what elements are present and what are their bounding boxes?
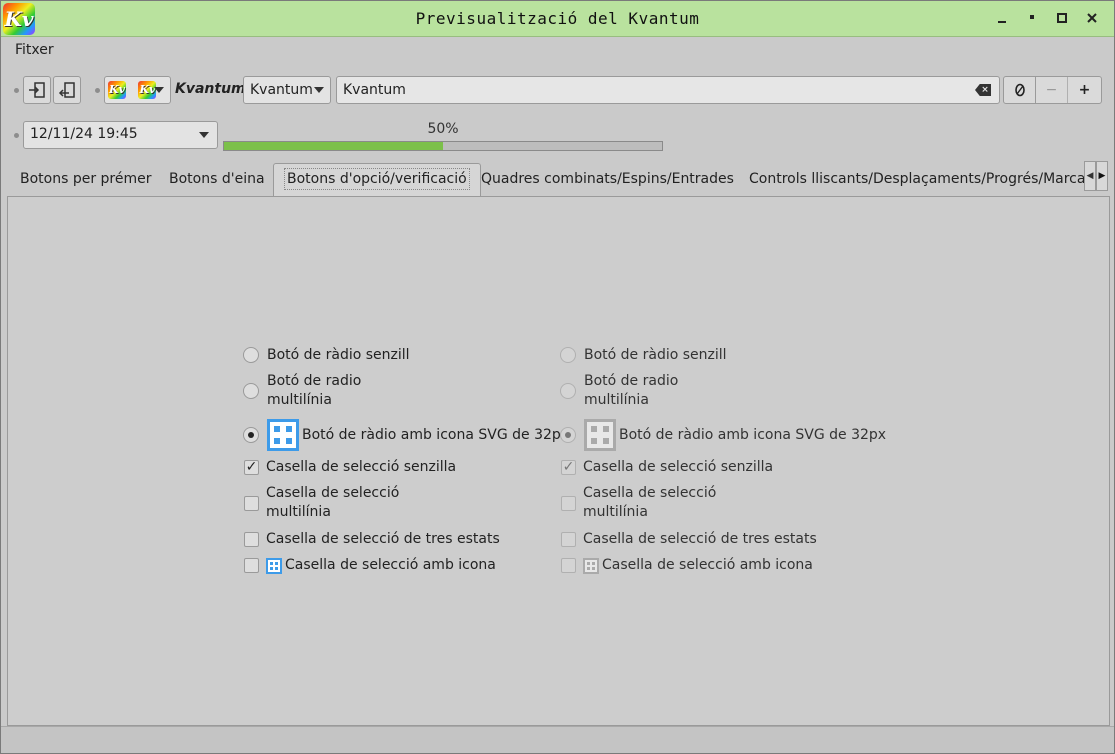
- tab-push-buttons[interactable]: Botons per prémer: [20, 165, 152, 195]
- increase-button[interactable]: +: [1068, 77, 1101, 103]
- check-with-icon-disabled: [561, 558, 576, 573]
- toolbar-grip[interactable]: [14, 133, 19, 138]
- minimize-icon[interactable]: [989, 5, 1015, 31]
- move-icon: [267, 419, 299, 451]
- check-multiline-label: Casella de selecció multilínia: [266, 485, 400, 520]
- datetime-value: 12/11/24 19:45: [30, 126, 138, 142]
- export-button[interactable]: [53, 76, 81, 104]
- reset-button[interactable]: [1004, 77, 1036, 103]
- decrease-button[interactable]: −: [1036, 77, 1068, 103]
- pin-icon[interactable]: [1019, 5, 1045, 31]
- radio-simple-disabled-label: Botó de ràdio senzill: [584, 347, 727, 363]
- menu-bar: Fitxer: [1, 38, 1114, 64]
- radio-with-icon-disabled-label: Botó de ràdio amb icona SVG de 32px: [619, 427, 887, 443]
- check-with-icon-disabled-label: Casella de selecció amb icona: [602, 557, 813, 573]
- maximize-icon[interactable]: [1049, 5, 1075, 31]
- check-multiline-disabled-label: Casella de selecció multilínia: [583, 485, 717, 520]
- title-bar[interactable]: Kv Previsualització del Kvantum: [1, 1, 1114, 37]
- import-button[interactable]: [23, 76, 51, 104]
- chevron-down-icon: [199, 132, 209, 138]
- tab-bar: Botons per prémer Botons d'eina Botons d…: [7, 159, 1110, 196]
- radio-simple-label: Botó de ràdio senzill: [267, 347, 410, 363]
- style-combo-value: Kvantum: [250, 82, 313, 98]
- window-title: Previsualització del Kvantum: [415, 9, 700, 28]
- radio-simple[interactable]: [243, 347, 259, 363]
- style-combo[interactable]: Kvantum: [243, 76, 331, 104]
- radio-multiline-disabled-label: Botó de radio multilínia: [584, 373, 679, 408]
- tab-sliders[interactable]: Controls lliscants/Desplaçaments/Progrés…: [749, 165, 1086, 195]
- progress-bar: [223, 141, 663, 151]
- toolbar-grip[interactable]: [14, 88, 19, 93]
- radio-with-icon-disabled: [560, 427, 576, 443]
- kvantum-icon: Kv: [108, 81, 126, 99]
- move-icon: [583, 558, 599, 574]
- progress-label: 50%: [427, 121, 459, 137]
- clear-text-icon[interactable]: ×: [975, 84, 991, 96]
- check-tristate[interactable]: [244, 532, 259, 547]
- main-window: Kv Previsualització del Kvantum Fitxer K…: [0, 0, 1115, 754]
- zoom-spinbox[interactable]: − +: [1003, 76, 1102, 104]
- check-simple-disabled-label: Casella de selecció senzilla: [583, 459, 774, 475]
- radio-multiline-label: Botó de radio multilínia: [267, 373, 362, 408]
- progress-fill: [224, 142, 443, 150]
- check-multiline[interactable]: [244, 496, 259, 511]
- search-input[interactable]: Kvantum ×: [336, 76, 1000, 104]
- menu-file[interactable]: Fitxer: [15, 42, 54, 58]
- tab-radio-check[interactable]: Botons d'opció/verificació: [273, 163, 481, 196]
- radio-simple-disabled: [560, 347, 576, 363]
- theme-label: Kvantum: [175, 81, 246, 97]
- import-icon: [29, 82, 45, 98]
- check-simple-disabled: ✓: [561, 459, 576, 475]
- export-icon: [58, 82, 75, 98]
- zero-icon: [1014, 83, 1025, 97]
- chevron-down-icon: [154, 87, 164, 93]
- check-with-icon[interactable]: [244, 558, 259, 573]
- check-simple-label: Casella de selecció senzilla: [266, 459, 457, 475]
- status-bar: [1, 726, 1114, 753]
- radio-multiline[interactable]: [243, 383, 259, 399]
- check-simple[interactable]: ✓: [244, 460, 259, 475]
- tab-panel: [7, 196, 1110, 726]
- check-tristate-disabled: [561, 532, 576, 547]
- close-icon[interactable]: [1079, 5, 1105, 31]
- tab-scroll-left-icon[interactable]: ◀: [1084, 161, 1096, 191]
- search-input-value: Kvantum: [343, 82, 406, 98]
- chevron-down-icon: [314, 87, 324, 93]
- tab-tool-buttons[interactable]: Botons d'eina: [169, 165, 265, 195]
- check-tristate-disabled-label: Casella de selecció de tres estats: [583, 531, 817, 547]
- icon-combo[interactable]: Kv Kv: [104, 76, 171, 104]
- check-multiline-disabled: [561, 496, 576, 511]
- tab-scroll-right-icon[interactable]: ▶: [1096, 161, 1108, 191]
- datetime-edit[interactable]: 12/11/24 19:45: [23, 121, 218, 149]
- check-tristate-label: Casella de selecció de tres estats: [266, 531, 500, 547]
- check-with-icon-label: Casella de selecció amb icona: [285, 557, 496, 573]
- tab-radio-check-label: Botons d'opció/verificació: [284, 168, 470, 190]
- move-icon: [584, 419, 616, 451]
- radio-with-icon[interactable]: [243, 427, 259, 443]
- move-icon: [266, 558, 282, 574]
- radio-multiline-disabled: [560, 383, 576, 399]
- toolbar-grip[interactable]: [95, 88, 100, 93]
- radio-with-icon-label: Botó de ràdio amb icona SVG de 32px: [302, 427, 570, 443]
- tab-combos-spins[interactable]: Quadres combinats/Espins/Entrades: [481, 165, 734, 195]
